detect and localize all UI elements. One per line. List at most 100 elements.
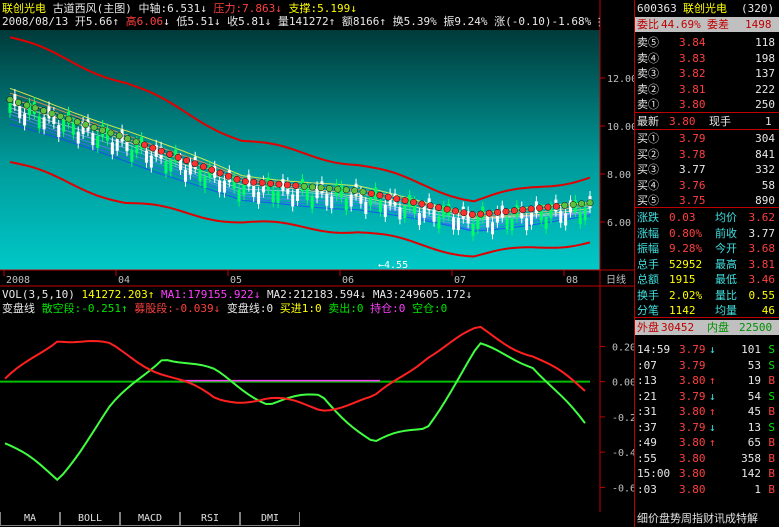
candle-body	[383, 204, 387, 217]
candle-body	[149, 155, 153, 168]
buy-row: 买⑤ 3.75 890	[637, 194, 775, 207]
date-axis-label: 06	[342, 275, 354, 286]
tab-boll[interactable]: BOLL	[60, 512, 120, 526]
top-info-line-1: 联创光电 古道西风(主图) 中轴:6.531↓ 压力:7.863↓ 支撑:5.1…	[2, 2, 357, 15]
signal-dot	[477, 210, 485, 218]
chart-area[interactable]: 0.20 0.00 -0.20 -0.40 -0.60 12.00 10.00 8.00 6.…	[0, 0, 634, 527]
price-background	[0, 30, 600, 270]
candle-body	[437, 216, 441, 229]
stock-name: 联创光电	[2, 2, 46, 15]
quote-panel: 600363 联创光电 (320) 委比 44.69% 委差 1498 最新 3…	[634, 0, 779, 527]
tab-rsi[interactable]: RSI	[180, 512, 240, 526]
candle-body	[344, 198, 348, 211]
ind-axis-label: -0.40	[612, 448, 634, 459]
tab-ma[interactable]: MA	[0, 512, 60, 526]
bar-date: 2008/08/13	[2, 15, 69, 28]
signal-dot	[418, 200, 426, 208]
date-axis-label: 08	[566, 275, 578, 286]
signal-dot	[384, 193, 392, 201]
signal-dot	[460, 209, 468, 217]
candle-body	[583, 208, 587, 221]
date-axis-label: 05	[230, 275, 242, 286]
candle-body	[325, 193, 329, 206]
stock-name-panel: 联创光电	[683, 2, 727, 15]
candle-body	[417, 213, 421, 226]
signal-dot	[561, 201, 569, 209]
signal-dot	[300, 182, 308, 190]
buy-row: 买④ 3.76 58	[637, 178, 775, 192]
ind-axis-label: 0.00	[612, 378, 634, 389]
candle-body	[330, 196, 334, 209]
candle-body	[76, 131, 80, 144]
indicator-tabs: MA BOLL MACD RSI DMI	[0, 512, 634, 527]
signal-dot	[56, 112, 64, 120]
candle-body	[510, 218, 514, 231]
signal-dot	[527, 205, 535, 213]
candle-body	[476, 216, 480, 229]
signal-dot	[14, 98, 22, 106]
kline-chart[interactable]: 0.20 0.00 -0.20 -0.40 -0.60 12.00 10.00 8.00 6.…	[0, 0, 634, 512]
signal-dot	[149, 144, 157, 152]
signal-dot	[65, 115, 73, 123]
tab-macd[interactable]: MACD	[120, 512, 180, 526]
candle-body	[491, 222, 495, 235]
candle-body	[456, 218, 460, 231]
signal-dot	[435, 204, 443, 211]
tab-dmi[interactable]: DMI	[240, 512, 300, 526]
signal-dot	[267, 180, 275, 188]
buy-row: 买③ 3.77 332	[637, 163, 775, 176]
sell-row: 卖③ 3.82 137	[637, 67, 775, 80]
candle-body	[37, 116, 41, 129]
signal-dot	[48, 110, 56, 117]
formula-name: 古道西风(主图)	[52, 2, 132, 15]
date-axis-label: 07	[454, 275, 466, 286]
candle-body	[432, 209, 436, 222]
candle-body	[271, 190, 275, 203]
ind-axis-label: 0.20	[612, 342, 634, 353]
signal-dot	[443, 205, 451, 213]
signal-dot	[544, 203, 552, 211]
signal-dot	[82, 121, 90, 129]
candle-body	[578, 211, 582, 224]
buy-row: 买① 3.79 304	[637, 132, 775, 145]
candle-body	[62, 119, 66, 132]
signal-dot	[325, 184, 333, 192]
candle-body	[276, 191, 280, 204]
tick-row: :13 3.80 ↑ 19 B	[637, 374, 775, 387]
candle-body	[237, 189, 241, 202]
signal-dot	[157, 147, 165, 155]
candle-body	[378, 199, 382, 212]
signal-dot	[359, 188, 367, 196]
stat-row: 总手 52952 最高 3.81	[637, 257, 775, 271]
stat-row: 分笔 1142 均量 46	[637, 304, 775, 317]
tick-row: 14:59 3.79 ↓ 101 S	[637, 343, 775, 356]
buy-row: 买② 3.78 841	[637, 147, 775, 161]
signal-dot	[342, 186, 350, 194]
bottom-bar: 细价盘势周指财讯成特解	[637, 512, 758, 525]
candle-body	[96, 135, 100, 148]
signal-dot	[199, 163, 207, 171]
ind-axis-label: -0.60	[612, 483, 634, 494]
candle-body	[164, 161, 168, 174]
signal-dot	[536, 204, 544, 212]
candle-body	[42, 117, 46, 130]
candle-body	[349, 194, 353, 207]
signal-dot	[283, 181, 291, 189]
signal-dot	[99, 126, 106, 134]
signal-dot	[132, 138, 140, 146]
signal-dot	[40, 107, 48, 115]
candle-body	[144, 150, 148, 163]
signal-dot	[141, 141, 148, 149]
signal-dot	[317, 184, 325, 192]
signal-dot	[502, 208, 510, 215]
signal-dot	[216, 169, 224, 177]
candle-body	[422, 205, 426, 218]
signal-dot	[452, 207, 459, 215]
sell-row: 卖① 3.80 250	[637, 98, 775, 111]
signal-dot	[183, 157, 190, 164]
signal-dot	[578, 200, 586, 208]
signal-dot	[494, 208, 501, 216]
signal-dot	[233, 175, 241, 183]
signal-dot	[552, 202, 560, 210]
candle-body	[218, 180, 222, 193]
